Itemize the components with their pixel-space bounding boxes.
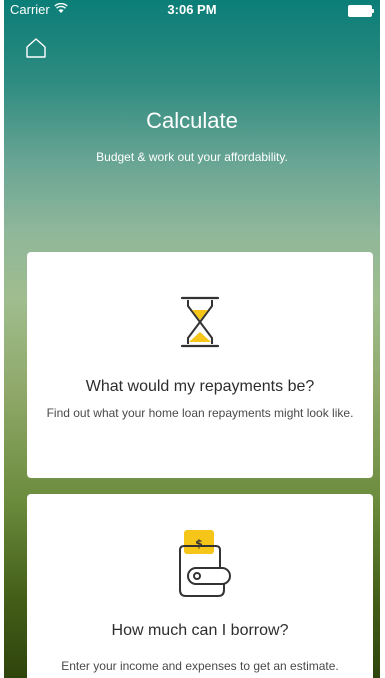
calculate-screen: Carrier 3:06 PM Calculate Budget & work … bbox=[4, 0, 380, 678]
page-subtitle: Budget & work out your affordability. bbox=[96, 150, 288, 164]
home-icon bbox=[26, 38, 46, 58]
borrow-card[interactable]: $ How much can I borrow? Enter your inco… bbox=[27, 494, 373, 678]
repayments-card-title: What would my repayments be? bbox=[85, 378, 315, 395]
hourglass-icon bbox=[27, 296, 373, 348]
borrow-card-title: How much can I borrow? bbox=[111, 622, 289, 639]
borrow-card-description: Enter your income and expenses to get an… bbox=[61, 659, 339, 673]
repayments-card-description: Find out what your home loan repayments … bbox=[46, 406, 354, 420]
status-bar: Carrier 3:06 PM bbox=[4, 0, 380, 20]
home-button[interactable] bbox=[24, 36, 48, 60]
battery-icon bbox=[348, 5, 374, 17]
svg-text:$: $ bbox=[195, 537, 203, 550]
status-time: 3:06 PM bbox=[167, 2, 217, 17]
repayments-card[interactable]: What would my repayments be? Find out wh… bbox=[27, 252, 373, 478]
page-title: Calculate bbox=[146, 108, 238, 133]
wallet-icon: $ bbox=[27, 528, 373, 598]
